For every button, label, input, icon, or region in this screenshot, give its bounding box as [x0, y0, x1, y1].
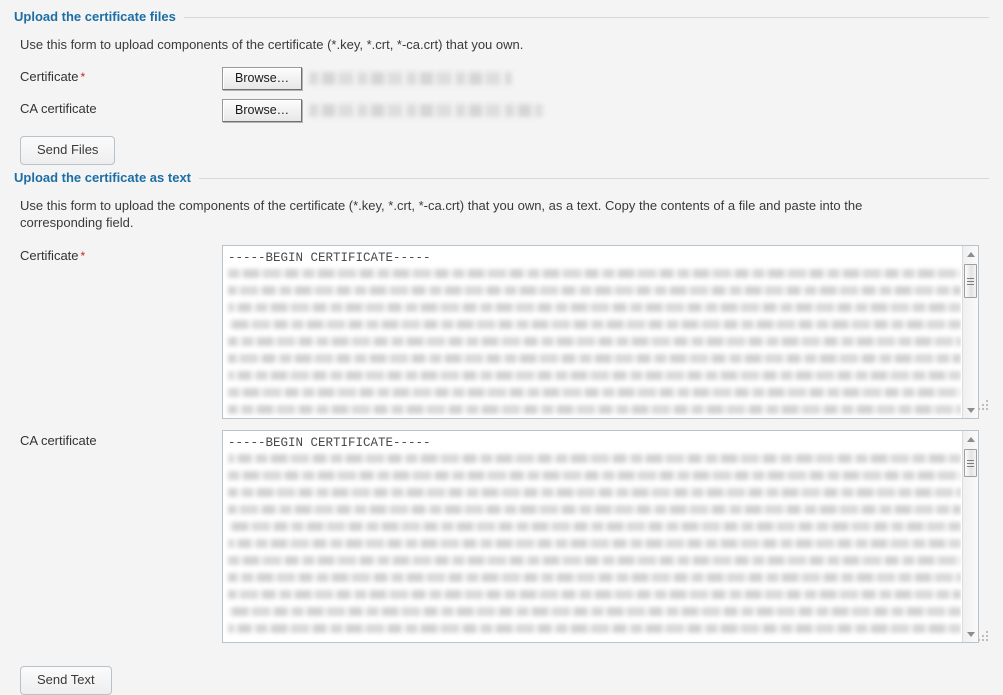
row-certificate-text: Certificate * -----BEGIN CERTIFICATE----- [14, 245, 989, 419]
section-files-description: Use this form to upload components of th… [20, 37, 524, 52]
text-upload-rows: Certificate * -----BEGIN CERTIFICATE----- [14, 245, 989, 643]
send-text-button[interactable]: Send Text [20, 666, 112, 695]
certificate-textarea-resize-grip[interactable] [977, 399, 988, 410]
ca-certificate-textarea-scrollbar[interactable] [962, 431, 978, 642]
certificate-textarea[interactable]: -----BEGIN CERTIFICATE----- [222, 245, 979, 419]
label-certificate-text: Certificate * [14, 245, 222, 265]
section-text-legend: Upload the certificate as text [14, 170, 191, 185]
label-certificate-file: Certificate * [14, 67, 222, 87]
label-certificate-text-text: Certificate [20, 248, 79, 263]
file-field-ca-certificate: Browse… [222, 99, 544, 122]
section-files-legend: Upload the certificate files [14, 9, 176, 24]
browse-button-certificate[interactable]: Browse… [222, 67, 303, 90]
ca-certificate-begin-line: -----BEGIN CERTIFICATE----- [228, 436, 431, 450]
scroll-up-arrow-icon[interactable] [963, 246, 978, 262]
required-marker: * [80, 249, 86, 263]
label-ca-certificate-file: CA certificate [14, 99, 222, 119]
ca-certificate-textarea[interactable]: -----BEGIN CERTIFICATE----- [222, 430, 979, 643]
scroll-down-arrow-icon[interactable] [963, 402, 978, 418]
section-header-upload-files: Upload the certificate files [14, 0, 989, 25]
label-ca-certificate-text: CA certificate [14, 430, 222, 450]
scrollbar-grip-icon [967, 276, 974, 287]
file-field-certificate: Browse… [222, 67, 513, 90]
certificate-upload-page: Upload the certificate files Use this fo… [0, 0, 1003, 695]
certificate-textarea-scrollbar[interactable] [962, 246, 978, 418]
required-marker [97, 102, 99, 116]
certificate-body-redacted [228, 269, 961, 414]
scroll-down-arrow-icon[interactable] [963, 626, 978, 642]
required-marker [97, 434, 99, 448]
section-files-divider [183, 16, 989, 18]
certificate-begin-line: -----BEGIN CERTIFICATE----- [228, 251, 431, 265]
scroll-up-arrow-icon[interactable] [963, 431, 978, 447]
row-ca-certificate-file: CA certificate Browse… [14, 99, 989, 122]
ca-certificate-textarea-resize-grip[interactable] [977, 630, 988, 641]
ca-certificate-body-redacted [228, 454, 961, 633]
certificate-textarea-content[interactable]: -----BEGIN CERTIFICATE----- [223, 246, 961, 418]
section-text-description: Use this form to upload the components o… [20, 198, 863, 230]
send-files-button[interactable]: Send Files [20, 136, 116, 165]
row-ca-certificate-text: CA certificate -----BEGIN CERTIFICATE---… [14, 430, 989, 643]
filename-certificate-redacted [309, 72, 513, 85]
label-ca-certificate-file-text: CA certificate [20, 101, 97, 116]
required-marker: * [80, 70, 86, 84]
section-header-upload-text: Upload the certificate as text [14, 165, 989, 186]
browse-button-ca-certificate[interactable]: Browse… [222, 99, 303, 122]
section-text-divider [199, 177, 989, 179]
label-certificate-file-text: Certificate [20, 69, 79, 84]
scrollbar-grip-icon [967, 458, 974, 469]
file-upload-rows: Certificate * Browse… CA certificate Brow… [14, 67, 989, 122]
ca-certificate-textarea-content[interactable]: -----BEGIN CERTIFICATE----- [223, 431, 961, 642]
scrollbar-thumb[interactable] [964, 264, 977, 298]
filename-ca-certificate-redacted [309, 104, 544, 117]
row-certificate-file: Certificate * Browse… [14, 67, 989, 90]
scrollbar-thumb[interactable] [964, 449, 977, 477]
label-ca-certificate-text-text: CA certificate [20, 433, 97, 448]
